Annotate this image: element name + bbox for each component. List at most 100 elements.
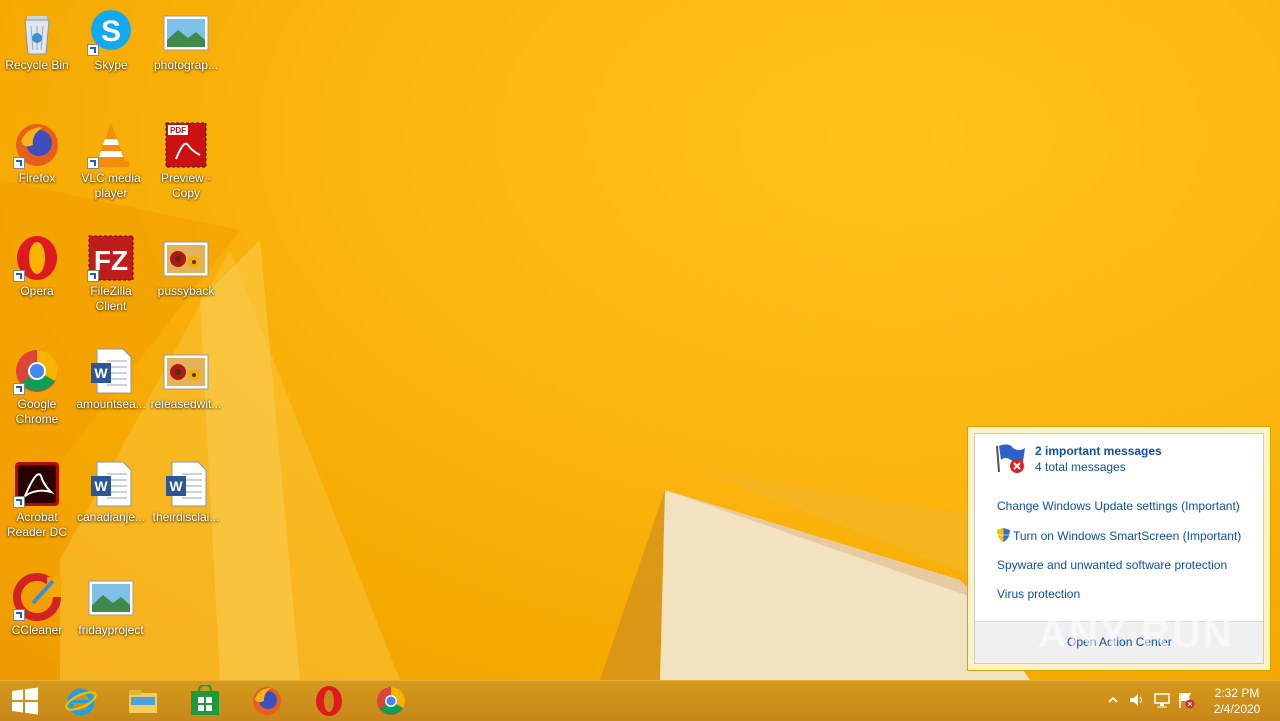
svg-text:S: S <box>101 15 121 48</box>
shortcut-arrow-icon <box>13 609 25 621</box>
taskbar-internet-explorer[interactable] <box>51 681 111 721</box>
word-document-icon: W <box>87 460 135 508</box>
desktop-icon-label: amountsea... <box>76 397 146 411</box>
svg-text:W: W <box>169 478 183 494</box>
image-file-icon <box>162 8 210 56</box>
desktop-icon-label: Google Chrome <box>15 397 59 426</box>
desktop-icon-ccleaner[interactable]: CCleaner <box>0 567 74 638</box>
desktop-icon-recycle-bin[interactable]: Recycle Bin <box>0 2 74 73</box>
speaker-icon <box>1130 694 1142 706</box>
desktop-icon-photograp[interactable]: photograp... <box>149 2 223 73</box>
shortcut-arrow-icon <box>13 157 25 169</box>
desktop-icon-label: Firefox <box>18 171 56 185</box>
clock-time: 2:32 PM <box>1214 686 1260 700</box>
svg-text:W: W <box>94 478 108 494</box>
desktop-icon-canadianje[interactable]: W canadianje... <box>74 454 148 525</box>
desktop-icon-label: photograp... <box>153 58 219 72</box>
desktop-icon-chrome[interactable]: Google Chrome <box>0 341 74 427</box>
network-icon <box>1154 693 1170 708</box>
vlc-icon <box>87 121 135 169</box>
taskbar-firefox[interactable] <box>237 681 297 721</box>
desktop-icon-acrobat[interactable]: Acrobat Reader DC <box>0 454 74 540</box>
desktop-icon-label: Preview - Copy <box>160 171 211 200</box>
svg-text:PDF: PDF <box>170 126 186 135</box>
desktop-icon-label: fridayproject <box>78 623 144 637</box>
network-tray-button[interactable] <box>1153 691 1171 709</box>
desktop-icon-filezilla[interactable]: FZ FileZilla Client <box>74 228 148 314</box>
shortcut-arrow-icon <box>87 270 99 282</box>
chrome-icon <box>13 347 61 395</box>
taskbar-store[interactable] <box>175 681 235 721</box>
shortcut-arrow-icon <box>13 496 25 508</box>
taskbar-file-explorer[interactable] <box>113 681 173 721</box>
virus-protection-link[interactable]: Virus protection <box>997 587 1080 601</box>
taskbar: 2:32 PM 2/4/2020 <box>0 680 1280 721</box>
action-center-title[interactable]: 2 important messages <box>1035 444 1162 458</box>
action-center-subtitle[interactable]: 4 total messages <box>1035 460 1126 474</box>
action-center-footer: Open Action Center <box>975 621 1263 663</box>
volume-tray-button[interactable] <box>1128 691 1146 709</box>
desktop-icon-opera[interactable]: Opera <box>0 228 74 299</box>
desktop-icon-label: pussyback <box>157 284 215 298</box>
change-windows-update-link[interactable]: Change Windows Update settings (Importan… <box>997 499 1240 513</box>
shortcut-arrow-icon <box>87 44 99 56</box>
action-center-flag-icon <box>1179 693 1195 709</box>
svg-text:FZ: FZ <box>94 245 128 276</box>
desktop-icon-skype[interactable]: S Skype <box>74 2 148 73</box>
desktop-icon-label: CCleaner <box>11 623 63 637</box>
pdf-file-icon: PDF <box>162 121 210 169</box>
desktop-icon-label: Skype <box>94 58 128 72</box>
desktop-icon-label: VLC media player <box>81 171 141 200</box>
internet-explorer-icon <box>65 688 97 716</box>
shortcut-arrow-icon <box>13 383 25 395</box>
opera-icon <box>316 686 342 716</box>
image-file-icon <box>162 234 210 282</box>
open-action-center-link[interactable]: Open Action Center <box>1067 635 1172 649</box>
action-center-flag-icon <box>993 442 1029 474</box>
desktop-icon-vlc[interactable]: VLC media player <box>74 115 148 201</box>
shortcut-arrow-icon <box>87 157 99 169</box>
firefox-icon <box>253 687 281 715</box>
spyware-protection-link[interactable]: Spyware and unwanted software protection <box>997 558 1227 572</box>
desktop: Recycle Bin S Skype photograp... Firefox… <box>0 0 1280 680</box>
smartscreen-link-label: Turn on Windows SmartScreen (Important) <box>1013 529 1242 543</box>
desktop-icon-theirdisclai[interactable]: W theirdisclai... <box>149 454 223 525</box>
recycle-bin-icon <box>13 8 61 56</box>
desktop-icon-label: Recycle Bin <box>5 58 69 72</box>
chrome-icon <box>377 687 405 715</box>
shortcut-arrow-icon <box>13 270 25 282</box>
desktop-icon-preview-copy[interactable]: PDF Preview - Copy <box>149 115 223 201</box>
clock-date: 2/4/2020 <box>1213 702 1261 716</box>
action-center-tray-button[interactable] <box>1177 691 1195 709</box>
desktop-icon-label: canadianje... <box>76 510 146 524</box>
word-document-icon: W <box>87 347 135 395</box>
desktop-icon-releasedwit[interactable]: releasedwit... <box>149 341 223 412</box>
desktop-icon-label: releasedwit... <box>150 397 222 411</box>
show-hidden-icons-chevron[interactable] <box>1106 693 1120 711</box>
desktop-icon-fridayproject[interactable]: fridayproject <box>74 567 148 638</box>
uac-shield-icon <box>997 528 1010 542</box>
desktop-icon-label: Acrobat Reader DC <box>6 510 68 539</box>
taskbar-opera[interactable] <box>299 681 359 721</box>
firefox-icon <box>13 121 61 169</box>
desktop-icon-pussyback[interactable]: pussyback <box>149 228 223 299</box>
windows-logo-icon <box>12 687 38 715</box>
desktop-icon-label: Opera <box>20 284 54 298</box>
filezilla-icon: FZ <box>87 234 135 282</box>
desktop-icon-firefox[interactable]: Firefox <box>0 115 74 186</box>
desktop-icon-amountsea[interactable]: W amountsea... <box>74 341 148 412</box>
skype-icon: S <box>87 8 135 56</box>
ccleaner-icon <box>13 573 61 621</box>
taskbar-chrome[interactable] <box>361 681 421 721</box>
acrobat-reader-icon <box>13 460 61 508</box>
file-explorer-icon <box>129 690 157 713</box>
desktop-icon-label: FileZilla Client <box>90 284 132 313</box>
action-center-popup: 2 important messages 4 total messages Ch… <box>967 426 1271 671</box>
action-center-panel: 2 important messages 4 total messages Ch… <box>974 433 1264 664</box>
word-document-icon: W <box>162 460 210 508</box>
chevron-up-icon <box>1108 696 1118 703</box>
image-file-icon <box>162 347 210 395</box>
taskbar-clock[interactable]: 2:32 PM 2/4/2020 <box>1206 685 1268 717</box>
svg-text:W: W <box>94 365 108 381</box>
smartscreen-link[interactable]: Turn on Windows SmartScreen (Important) <box>997 528 1241 543</box>
